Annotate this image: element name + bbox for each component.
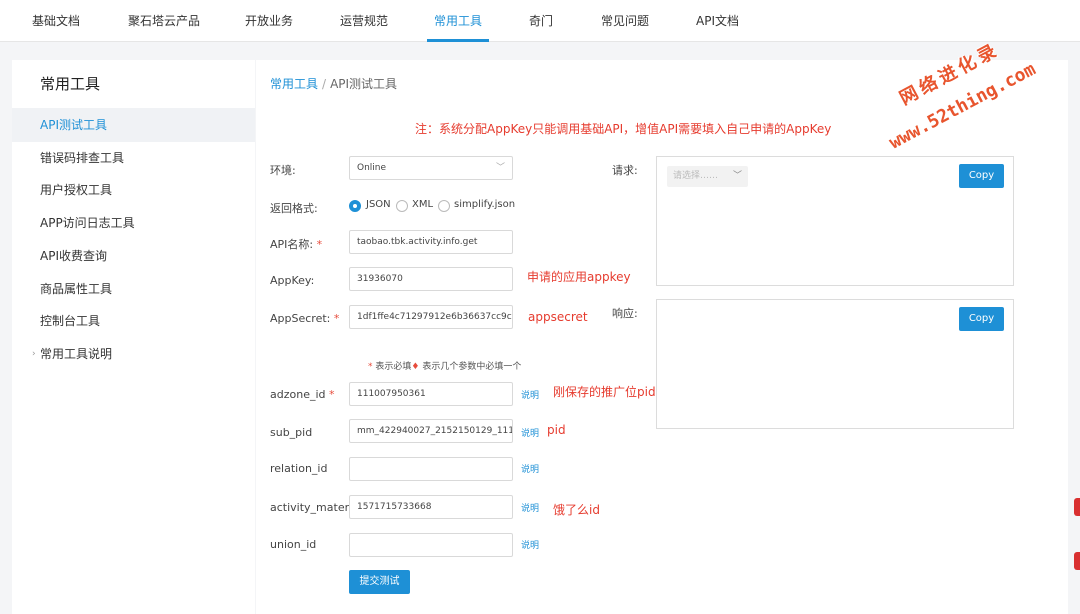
appsecret-input[interactable]: 1df1ffe4c71297912e6b36637cc9c1	[349, 305, 513, 329]
breadcrumb-current: API测试工具	[330, 77, 398, 91]
sidebar-title: 常用工具	[40, 75, 101, 93]
nav-active-indicator	[427, 39, 489, 42]
sidebar-item-console[interactable]: 控制台工具	[12, 304, 255, 338]
union-label: union_id	[270, 538, 317, 551]
sidebar-item-app-log[interactable]: APP访问日志工具	[12, 206, 255, 240]
breadcrumb-separator: /	[322, 77, 327, 91]
chevron-right-icon: ›	[32, 349, 36, 359]
appkey-input[interactable]: 31936070	[349, 267, 513, 291]
annotation-appsecret: appsecret	[528, 310, 588, 324]
material-input[interactable]: 1571715733668	[349, 495, 513, 519]
sidebar-item-user-auth[interactable]: 用户授权工具	[12, 173, 255, 207]
breadcrumb-root[interactable]: 常用工具	[270, 77, 318, 91]
adzone-label: adzone_id *	[270, 388, 335, 401]
radio-simplify-json[interactable]	[438, 200, 450, 212]
nav-item-operations[interactable]: 运营规范	[340, 0, 388, 42]
annotation-top-note: 注：系统分配AppKey只能调用基础API，增值API需要填入自己申请的AppK…	[415, 122, 832, 136]
annotation-material: 饿了么id	[553, 503, 600, 517]
top-nav: 基础文档 聚石塔云产品 开放业务 运营规范 常用工具 奇门 常见问题 API文档	[0, 0, 1080, 42]
radio-simplify-json-label: simplify.json	[454, 199, 516, 210]
nav-item-api-docs[interactable]: API文档	[696, 0, 739, 42]
nav-item-qimen[interactable]: 奇门	[529, 0, 553, 42]
nav-item-common-tools[interactable]: 常用工具	[434, 0, 482, 42]
api-name-label: API名称: *	[270, 238, 323, 251]
sidebar: 常用工具 API测试工具 错误码排查工具 用户授权工具 APP访问日志工具 AP…	[12, 60, 255, 614]
sidebar-item-api-test[interactable]: API测试工具	[12, 108, 255, 142]
env-label: 环境:	[270, 164, 296, 177]
adzone-input[interactable]: 111007950361	[349, 382, 513, 406]
format-label: 返回格式:	[270, 202, 318, 215]
submit-test-button[interactable]: 提交测试	[349, 570, 410, 594]
relation-label: relation_id	[270, 462, 328, 475]
sidebar-item-tools-guide[interactable]: 常用工具说明	[12, 337, 255, 371]
response-label: 响应:	[612, 307, 638, 320]
subpid-help-link[interactable]: 说明	[521, 426, 539, 439]
nav-item-open-business[interactable]: 开放业务	[245, 0, 293, 42]
request-label: 请求:	[612, 164, 638, 177]
material-help-link[interactable]: 说明	[521, 501, 539, 514]
radio-json-label: JSON	[366, 199, 391, 210]
chevron-down-icon: ﹀	[495, 163, 505, 173]
chevron-down-icon: ﹀	[732, 171, 742, 181]
env-select[interactable]: Online ﹀	[349, 156, 513, 180]
edge-badge	[1074, 498, 1080, 516]
copy-response-button[interactable]: Copy	[959, 307, 1004, 331]
adzone-help-link[interactable]: 说明	[521, 388, 539, 401]
nav-item-faq[interactable]: 常见问题	[601, 0, 649, 42]
api-name-input[interactable]: taobao.tbk.activity.info.get	[349, 230, 513, 254]
response-panel: Copy	[656, 299, 1014, 429]
union-input[interactable]	[349, 533, 513, 557]
request-select-placeholder: 请选择……	[673, 171, 719, 181]
subpid-label: sub_pid	[270, 426, 313, 439]
breadcrumb: 常用工具 / API测试工具	[270, 75, 397, 92]
edge-badge	[1074, 552, 1080, 570]
annotation-subpid: pid	[547, 423, 566, 437]
radio-xml[interactable]	[396, 200, 408, 212]
radio-xml-label: XML	[412, 199, 434, 210]
appkey-label: AppKey:	[270, 274, 315, 287]
sidebar-item-api-fee[interactable]: API收费查询	[12, 239, 255, 273]
required-mark: *	[316, 238, 323, 251]
annotation-appkey: 申请的应用appkey	[527, 270, 631, 284]
sidebar-item-error-code[interactable]: 错误码排查工具	[12, 141, 255, 175]
material-label: activity_materia	[270, 501, 359, 514]
request-select[interactable]: 请选择…… ﹀	[667, 166, 748, 187]
union-help-link[interactable]: 说明	[521, 538, 539, 551]
radio-json[interactable]	[349, 200, 361, 212]
sidebar-item-item-props[interactable]: 商品属性工具	[12, 272, 255, 306]
subpid-input[interactable]: mm_422940027_2152150129_1110	[349, 419, 513, 443]
relation-help-link[interactable]: 说明	[521, 462, 539, 475]
env-select-value: Online	[357, 163, 387, 173]
required-legend: * 表示必填♦ 表示几个参数中必填一个	[368, 362, 522, 372]
nav-item-basic-docs[interactable]: 基础文档	[32, 0, 80, 42]
nav-item-cloud-products[interactable]: 聚石塔云产品	[128, 0, 200, 42]
appsecret-label: AppSecret: *	[270, 312, 340, 325]
relation-input[interactable]	[349, 457, 513, 481]
